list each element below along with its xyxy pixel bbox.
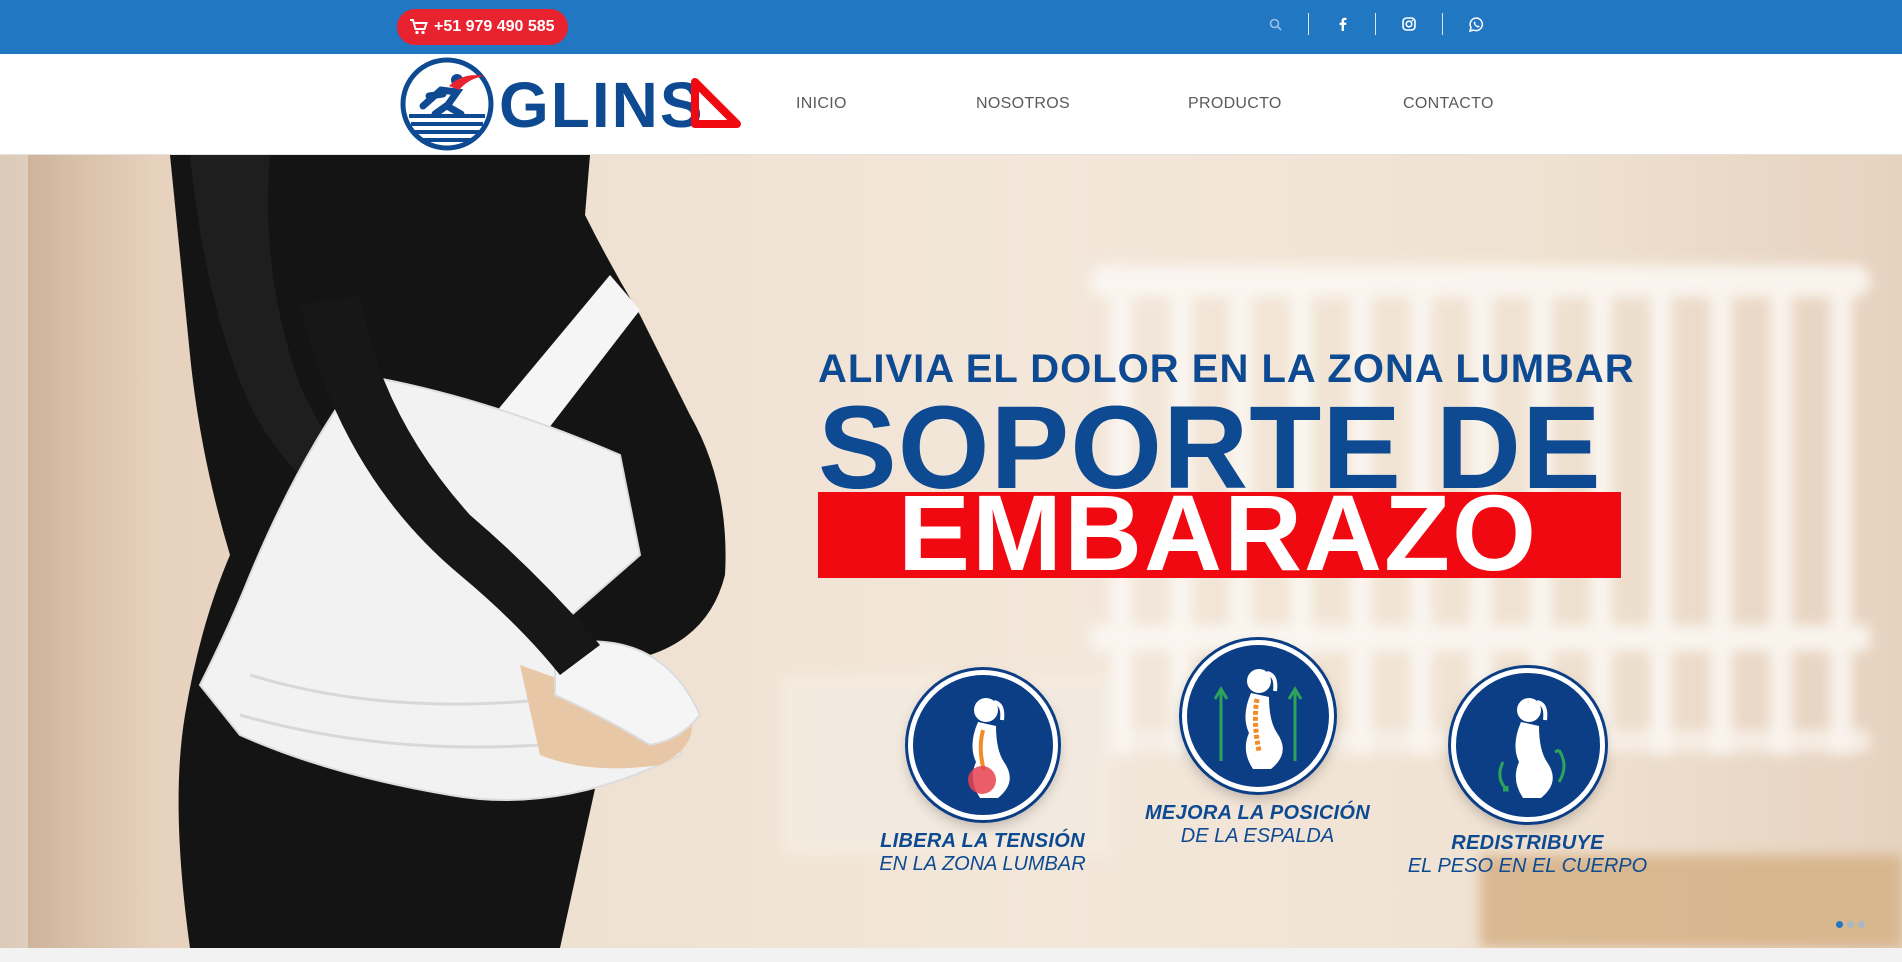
back-posture-icon [1181, 640, 1334, 792]
phone-number: +51 979 490 585 [434, 18, 555, 35]
slider-dot[interactable] [1858, 921, 1865, 928]
nav-contacto[interactable]: CONTACTO [1403, 95, 1494, 113]
benefit-title: REDISTRIBUYE [1451, 832, 1604, 854]
search-icon[interactable] [1242, 13, 1308, 35]
cart-icon [410, 19, 428, 35]
benefit-subtitle: EN LA ZONA LUMBAR [879, 853, 1086, 875]
brand-logo[interactable]: GLINS [399, 56, 744, 152]
weight-distribution-icon [1450, 668, 1605, 822]
benefit-item: MEJORA LA POSICIÓN DE LA ESPALDA [1125, 640, 1390, 847]
brand-name: GLINS [499, 69, 705, 141]
instagram-icon[interactable] [1376, 13, 1442, 35]
site-header: GLINS INICIO NOSOTROS PRODUCTO CONTACTO [0, 54, 1902, 155]
whatsapp-icon[interactable] [1443, 13, 1509, 35]
hero-headline-highlight: EMBARAZO [898, 472, 1538, 593]
social-links [1242, 13, 1509, 35]
phone-button[interactable]: +51 979 490 585 [397, 9, 568, 45]
slider-pagination [1836, 921, 1865, 928]
benefit-subtitle: DE LA ESPALDA [1180, 825, 1335, 847]
facebook-icon[interactable] [1309, 13, 1375, 35]
nav-producto[interactable]: PRODUCTO [1188, 95, 1282, 113]
benefit-item: LIBERA LA TENSIÓN EN LA ZONA LUMBAR [870, 670, 1095, 875]
slider-dot[interactable] [1847, 921, 1854, 928]
benefit-item: REDISTRIBUYE EL PESO EN EL CUERPO [1395, 668, 1660, 877]
benefit-title: LIBERA LA TENSIÓN [880, 830, 1085, 852]
hero-slider[interactable]: ALIVIA EL DOLOR EN LA ZONA LUMBAR SOPORT… [0, 155, 1902, 948]
slider-dot[interactable] [1836, 921, 1843, 928]
top-bar: +51 979 490 585 [0, 0, 1902, 54]
lumbar-tension-icon [907, 670, 1058, 820]
benefit-subtitle: EL PESO EN EL CUERPO [1407, 855, 1648, 877]
nav-nosotros[interactable]: NOSOTROS [976, 95, 1070, 113]
nav-inicio[interactable]: INICIO [796, 95, 847, 113]
model-figure [170, 155, 726, 948]
benefit-title: MEJORA LA POSICIÓN [1144, 802, 1371, 824]
